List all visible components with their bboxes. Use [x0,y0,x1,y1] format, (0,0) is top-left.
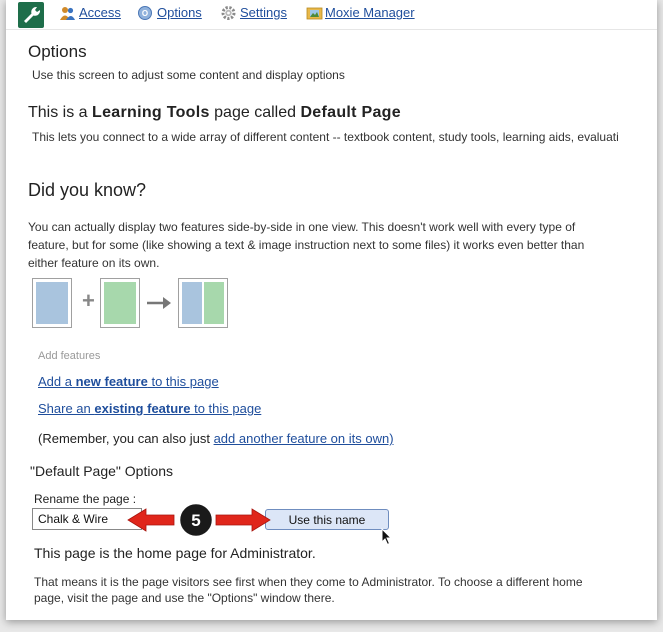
diagram-combined-fills [182,282,224,324]
home-page-heading: This page is the home page for Administr… [34,545,316,561]
folder-image-icon [306,7,323,20]
toolbar-link-moxie-manager[interactable]: Moxie Manager [325,5,415,20]
learning-tools-heading: This is a Learning Tools page called Def… [28,104,401,122]
diagram-combined-green [204,282,224,324]
home-page-text: That means it is the page visitors see f… [34,575,583,605]
toolbar-link-options[interactable]: Options [157,5,202,20]
callout-number: 5 [191,511,200,530]
options-subtitle: Use this screen to adjust some content a… [32,68,345,82]
new-link-bold: new feature [75,374,148,389]
toolbar-link-access[interactable]: Access [79,5,121,20]
add-another-feature-link[interactable]: add another feature on its own) [214,431,394,446]
exist-link-post: to this page [190,401,262,416]
lt-heading-bold-tools: Learning Tools [92,104,210,121]
toolbar-link-settings[interactable]: Settings [240,5,287,20]
share-existing-feature-link[interactable]: Share an existing feature to this page [38,401,261,416]
browser-frame: Access O Options Settings Moxie Manager … [6,0,657,620]
did-you-know-text: You can actually display two features si… [28,220,585,270]
svg-text:O: O [142,9,148,18]
did-you-know-title: Did you know? [28,180,147,200]
diagram-fill-blue [36,282,68,324]
step-callout: 5 [127,501,271,539]
learning-tools-description: This lets you connect to a wide array of… [32,130,619,144]
lt-heading-prefix: This is a [28,104,93,121]
remember-pre: (Remember, you can also just [38,431,214,446]
options-title: Options [28,42,87,61]
exist-link-pre: Share an [38,401,95,416]
people-icon [60,7,75,20]
diagram-fill-green [104,282,136,324]
diagram-feature-blue [32,278,72,328]
exist-link-bold: existing feature [94,401,191,416]
options-icon: O [138,6,152,20]
side-by-side-diagram: + [32,278,232,328]
rename-label: Rename the page : [34,492,137,506]
remember-note: (Remember, you can also just add another… [38,431,394,446]
diagram-feature-combined [178,278,228,328]
diagram-combined-blue [182,282,202,324]
default-page-options-title: "Default Page" Options [30,463,174,479]
gear-icon [221,6,236,20]
toolbar: Access O Options Settings Moxie Manager [6,0,657,30]
mouse-cursor-icon [381,528,393,546]
lt-heading-mid: page called [209,104,301,121]
diagram-arrow-icon [147,297,171,309]
diagram-plus-icon: + [82,288,95,313]
new-link-pre: Add a [38,374,76,389]
diagram-feature-green [100,278,140,328]
add-new-feature-link[interactable]: Add a new feature to this page [38,374,219,389]
lt-heading-page-name: Default Page [300,104,401,121]
add-features-label: Add features [38,350,101,362]
new-link-post: to this page [147,374,219,389]
wrench-icon[interactable] [18,2,44,28]
